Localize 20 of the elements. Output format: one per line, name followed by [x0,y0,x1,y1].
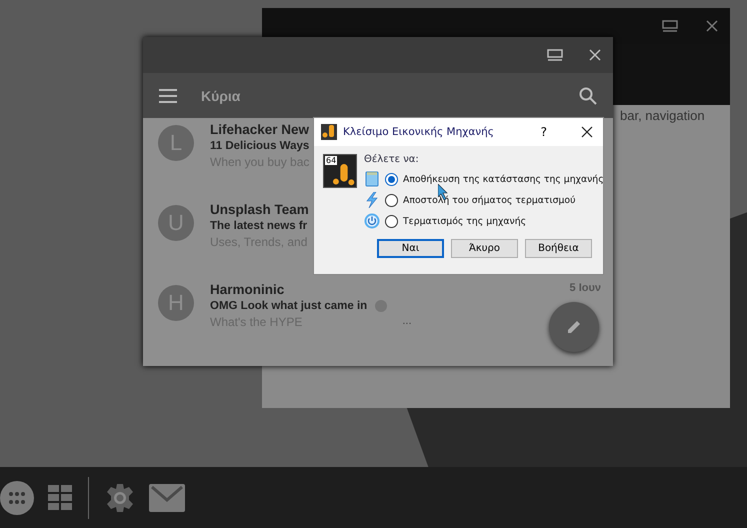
dialog-button[interactable]: Ναι [377,239,444,258]
dialog-button[interactable]: Βοήθεια [525,239,592,258]
message-date: 5 Ιουν [570,282,601,296]
option-label: Τερματισμός της μηχανής [403,216,526,226]
sender-name: Lifehacker New [210,122,310,137]
version-badge: 64 [325,156,338,165]
dialog-title: Κλείσιμο Εικονικής Μηχανής [343,126,495,138]
message-subject: 11 Delicious Ways [210,140,310,152]
message-snippet: bar, navigation [620,108,705,123]
sender-name: Unsplash Team [210,202,309,217]
more-indicator: ... [402,315,412,329]
toolbar-title: Κύρια [201,88,242,104]
message-subject: The latest news fr [210,220,308,232]
option-label: Αποθήκευση της κατάστασης της μηχανής [403,174,604,184]
prompt-label: Θέλετε να: [364,154,420,165]
option-label: Αποστολή του σήματος τερματισμού [403,194,576,206]
sender-name: Harmoninic [210,282,284,297]
message-subject: OMG Look what just came in [210,300,368,312]
dialog-button[interactable]: Άκυρο [451,239,518,258]
help-button[interactable]: ? [540,125,547,139]
